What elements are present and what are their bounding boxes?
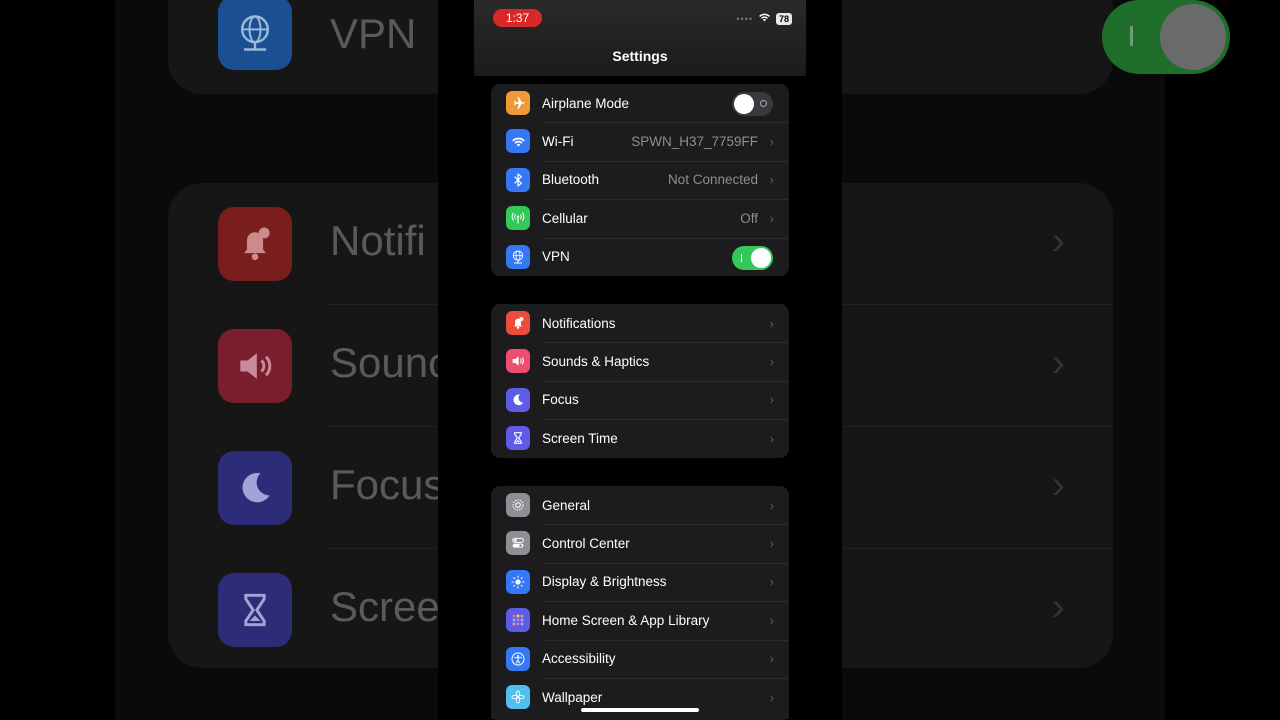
- settings-row-bluetooth[interactable]: Bluetooth Not Connected ›: [491, 160, 789, 199]
- chevron-right-icon: ›: [1051, 341, 1065, 385]
- notifications-group: Notifications › Sounds & Haptics › Focus…: [491, 304, 789, 458]
- settings-row-control-center[interactable]: Control Center ›: [491, 524, 789, 562]
- settings-row-focus[interactable]: Focus ›: [491, 380, 789, 419]
- chevron-right-icon: ›: [769, 172, 774, 188]
- chevron-right-icon: ›: [769, 689, 774, 705]
- connectivity-group: Airplane Mode Wi-Fi SPWN_H37_7759FF › Bl…: [491, 84, 789, 276]
- settings-row-label: Home Screen & App Library: [542, 612, 710, 628]
- vpn-toggle[interactable]: [732, 245, 773, 270]
- background-screentime-label: Scree: [330, 583, 440, 630]
- settings-row-home-screen[interactable]: Home Screen & App Library ›: [491, 601, 789, 639]
- background-focus-label: Focus: [330, 461, 445, 508]
- home-indicator[interactable]: [581, 708, 699, 712]
- background-notifications-label: Notifi: [330, 217, 426, 264]
- hourglass-icon: [218, 573, 292, 647]
- cellular-status-value: Off: [740, 210, 758, 226]
- settings-row-wifi[interactable]: Wi-Fi SPWN_H37_7759FF ›: [491, 122, 789, 160]
- settings-row-cellular[interactable]: Cellular Off ›: [491, 199, 789, 237]
- wifi-signal-icon: [758, 12, 771, 25]
- chevron-right-icon: ›: [769, 574, 774, 590]
- settings-row-label: Bluetooth: [542, 172, 600, 188]
- chevron-right-icon: ›: [769, 497, 774, 513]
- settings-row-airplane-mode[interactable]: Airplane Mode: [491, 84, 789, 122]
- airplane-icon: [506, 91, 530, 115]
- settings-row-label: Notifications: [542, 315, 616, 331]
- settings-row-label: Screen Time: [542, 430, 618, 446]
- settings-row-label: VPN: [542, 249, 570, 265]
- chevron-right-icon: ›: [769, 612, 774, 628]
- chevron-right-icon: ›: [769, 134, 774, 150]
- chevron-right-icon: ›: [1051, 219, 1065, 263]
- chevron-right-icon: ›: [769, 354, 774, 370]
- accessibility-icon: [506, 646, 530, 671]
- settings-row-label: Accessibility: [542, 651, 616, 667]
- settings-row-screen-time[interactable]: Screen Time ›: [491, 419, 789, 457]
- speaker-icon: [506, 349, 530, 374]
- chevron-right-icon: ›: [1051, 585, 1065, 629]
- wifi-network-value: SPWN_H37_7759FF: [631, 134, 758, 150]
- settings-row-general[interactable]: General ›: [491, 486, 789, 524]
- settings-row-label: Control Center: [542, 536, 630, 552]
- chevron-right-icon: ›: [769, 536, 774, 552]
- settings-row-label: Focus: [542, 392, 579, 408]
- settings-row-label: Sounds & Haptics: [542, 354, 650, 370]
- bluetooth-status-value: Not Connected: [667, 172, 758, 188]
- settings-row-vpn[interactable]: VPN: [491, 237, 789, 276]
- chevron-right-icon: ›: [1051, 463, 1065, 507]
- bluetooth-icon: [506, 167, 530, 192]
- moon-icon: [218, 451, 292, 525]
- page-title: Settings: [612, 48, 668, 64]
- chevron-right-icon: ›: [769, 392, 774, 408]
- status-icons: •••• 78: [736, 12, 792, 25]
- cellular-icon: [506, 206, 530, 231]
- bell-icon: [506, 311, 530, 335]
- wifi-icon: [506, 129, 530, 154]
- speaker-icon: [218, 329, 292, 403]
- phone-screen: 1:37 •••• 78 Settings Airplane Mode Wi-F…: [474, 0, 806, 720]
- settings-row-label: General: [542, 497, 591, 513]
- settings-row-label: Wallpaper: [542, 689, 603, 705]
- settings-row-notifications[interactable]: Notifications ›: [491, 304, 789, 342]
- vpn-globe-icon: [218, 0, 292, 70]
- chevron-right-icon: ›: [769, 651, 774, 667]
- settings-row-display-brightness[interactable]: Display & Brightness ›: [491, 562, 789, 601]
- chevron-right-icon: ›: [769, 210, 774, 226]
- hourglass-icon: [506, 426, 530, 451]
- settings-row-label: Display & Brightness: [542, 574, 667, 590]
- general-group: General › Control Center › Display & Bri…: [491, 486, 789, 720]
- app-grid-icon: [506, 608, 530, 633]
- background-sounds-label: Sounc: [330, 339, 450, 386]
- switches-icon: [506, 531, 530, 556]
- airplane-mode-toggle[interactable]: [732, 92, 773, 116]
- bell-icon: [218, 207, 292, 281]
- chevron-right-icon: ›: [769, 430, 774, 446]
- cellular-signal-icon: ••••: [736, 13, 753, 24]
- status-time[interactable]: 1:37: [493, 9, 542, 27]
- settings-row-label: Airplane Mode: [542, 95, 630, 111]
- background-vpn-toggle: [1102, 0, 1230, 74]
- status-bar: 1:37 •••• 78 Settings: [474, 0, 806, 76]
- settings-row-label: Cellular: [542, 210, 588, 226]
- moon-icon: [506, 387, 530, 412]
- settings-row-label: Wi-Fi: [542, 134, 574, 150]
- flower-icon: [506, 684, 530, 709]
- vpn-globe-icon: [506, 244, 530, 269]
- sun-icon: [506, 569, 530, 594]
- battery-indicator: 78: [775, 12, 792, 25]
- gear-icon: [506, 493, 530, 517]
- settings-row-accessibility[interactable]: Accessibility ›: [491, 639, 789, 678]
- background-vpn-label: VPN: [330, 10, 417, 57]
- settings-row-sounds-haptics[interactable]: Sounds & Haptics ›: [491, 342, 789, 380]
- chevron-right-icon: ›: [769, 315, 774, 331]
